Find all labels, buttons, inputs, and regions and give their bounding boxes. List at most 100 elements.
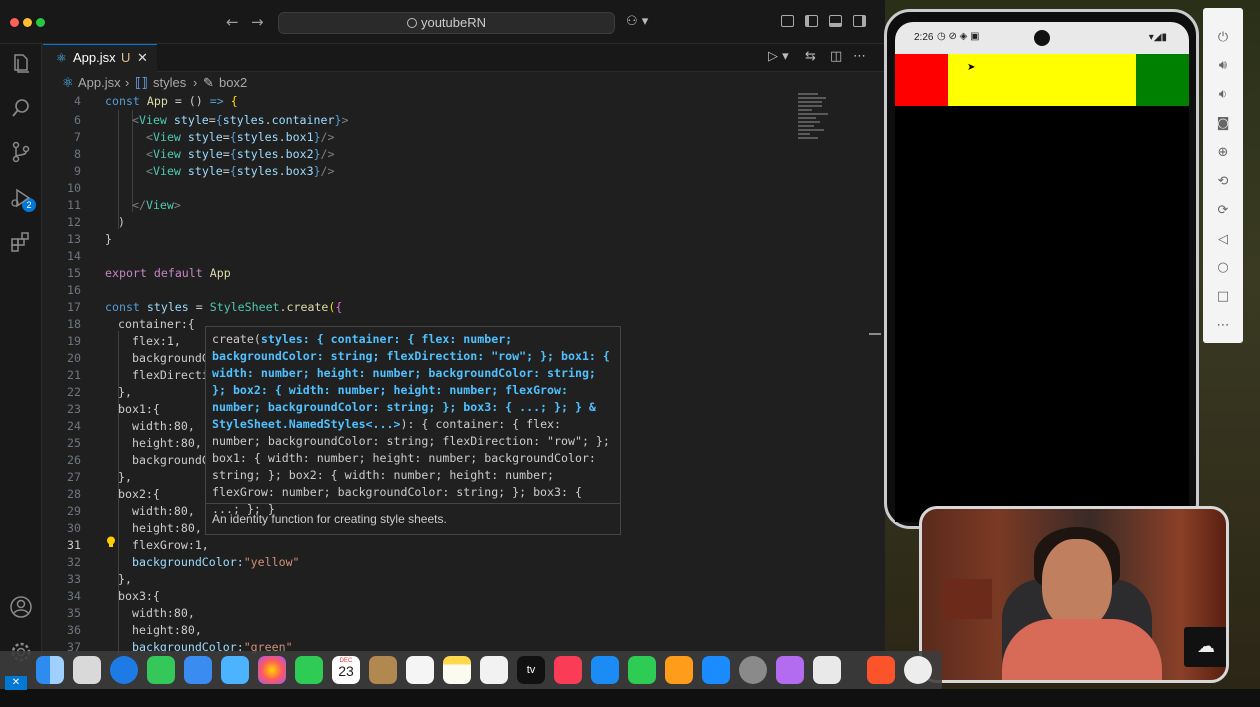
title-bar: ← → youtubeRN ⚇ ▾: [0, 0, 885, 44]
photos-icon[interactable]: [258, 656, 286, 684]
tab-label: App.jsx: [73, 50, 116, 65]
bookshelf: [942, 579, 992, 619]
contacts-icon[interactable]: [369, 656, 397, 684]
brave-browser-icon[interactable]: [867, 656, 895, 684]
volume-up-icon[interactable]: 🔊︎: [1203, 58, 1243, 73]
phone-clock: 2:26: [914, 32, 934, 43]
code-line: 13}: [67, 232, 112, 246]
source-control-icon[interactable]: [9, 140, 33, 164]
code-line: 33},: [67, 572, 132, 586]
tab-modified-indicator: U: [121, 50, 131, 65]
code-line-current: 31 flexGrow:1,: [67, 538, 209, 552]
tab-close-icon[interactable]: ✕: [137, 45, 148, 71]
app-container-row: ➤: [895, 54, 1189, 106]
vscode-window: ← → youtubeRN ⚇ ▾ 2 ⚛ App.jsx U ✕ ▷ ▾ ⇆ …: [0, 0, 885, 690]
code-line: 4 const App = () => {: [74, 94, 238, 108]
toggle-panel-icon[interactable]: [829, 15, 842, 27]
explorer-icon[interactable]: [9, 52, 33, 76]
hover-tooltip: create(styles: { container: { flex: numb…: [205, 326, 621, 535]
more-actions-icon[interactable]: ⋯: [853, 49, 866, 64]
feedback-icon[interactable]: [776, 656, 804, 684]
code-line: 35 width:80,: [67, 606, 195, 620]
rotate-left-icon[interactable]: ⟲: [1203, 174, 1243, 189]
code-line: 11 </View>: [67, 198, 181, 212]
forward-arrow-icon[interactable]: →: [251, 13, 264, 31]
screenshot-camera-icon[interactable]: ◙: [1203, 116, 1243, 131]
messages-icon[interactable]: [147, 656, 175, 684]
finder-icon[interactable]: [36, 656, 64, 684]
facetime-icon[interactable]: [295, 656, 323, 684]
launchpad-icon[interactable]: [73, 656, 101, 684]
zoom-icon[interactable]: ⊕: [1203, 145, 1243, 160]
chatgpt-icon[interactable]: [904, 656, 932, 684]
copilot-icon[interactable]: ⚇ ▾: [626, 14, 648, 29]
run-debug-icon[interactable]: [9, 186, 33, 210]
macos-dock: DEC 23 tv: [0, 651, 942, 689]
command-center-search[interactable]: youtubeRN: [278, 12, 615, 34]
variable-icon: ⟦⟧: [135, 75, 148, 90]
bottom-strip: [0, 689, 1260, 707]
reminders-icon[interactable]: [406, 656, 434, 684]
numbers-icon[interactable]: [628, 656, 656, 684]
back-icon[interactable]: ◁: [1203, 232, 1243, 247]
close-window-button[interactable]: [10, 18, 19, 27]
breadcrumb-box2[interactable]: box2: [219, 73, 247, 93]
overview-icon[interactable]: □: [1203, 289, 1243, 304]
customize-layout-icon[interactable]: [781, 15, 794, 27]
red-box: [895, 54, 948, 106]
notes-icon[interactable]: [443, 656, 471, 684]
channel-logo-icon: ☁: [1184, 627, 1226, 667]
apple-tv-icon[interactable]: tv: [517, 656, 545, 684]
code-line: 7 <View style={styles.box1}/>: [74, 130, 335, 144]
presenter-face: [1042, 539, 1112, 629]
power-icon[interactable]: ⏻: [1203, 30, 1243, 45]
freeform-icon[interactable]: [480, 656, 508, 684]
tab-app-jsx[interactable]: ⚛ App.jsx U ✕: [43, 44, 157, 72]
lightbulb-icon[interactable]: [106, 536, 116, 548]
calendar-day: 23: [338, 663, 354, 679]
breadcrumb-styles[interactable]: styles: [153, 73, 186, 93]
emulator-toolbar: ⏻ 🔊︎ 🔉︎ ◙ ⊕ ⟲ ⟳ ◁ ○ □ ⋯: [1203, 8, 1243, 343]
pages-icon[interactable]: [665, 656, 693, 684]
home-icon[interactable]: ○: [1203, 260, 1243, 275]
volume-down-icon[interactable]: 🔉︎: [1203, 87, 1243, 102]
code-line: 32 backgroundColor:"yellow": [67, 555, 300, 569]
code-line: 9 <View style={styles.box3}/>: [74, 164, 335, 178]
toggle-primary-sidebar-icon[interactable]: [805, 15, 818, 27]
camera-cutout: [1034, 30, 1050, 46]
mail-icon[interactable]: [184, 656, 212, 684]
toggle-secondary-sidebar-icon[interactable]: [853, 15, 866, 27]
iphone-mirroring-icon[interactable]: [813, 656, 841, 684]
property-icon: ✎: [203, 75, 214, 90]
calendar-icon[interactable]: DEC 23: [332, 656, 360, 684]
breadcrumb-file[interactable]: App.jsx: [78, 73, 121, 93]
breadcrumb-separator: ›: [125, 75, 130, 90]
hover-documentation: An identity function for creating style …: [212, 512, 447, 526]
phone-status-bar: 2:26 ◷ ⊘ ◈ ▣ ▾◢▮: [895, 22, 1189, 54]
breadcrumb: ⚛ App.jsx › ⟦⟧ styles › ✎ box2: [43, 73, 885, 93]
keynote-icon[interactable]: [591, 656, 619, 684]
safari-icon[interactable]: [110, 656, 138, 684]
extensions-icon[interactable]: [9, 230, 33, 254]
maps-icon[interactable]: [221, 656, 249, 684]
system-settings-icon[interactable]: [739, 656, 767, 684]
maximize-window-button[interactable]: [36, 18, 45, 27]
compare-changes-icon[interactable]: ⇆: [805, 49, 816, 64]
rotate-right-icon[interactable]: ⟳: [1203, 203, 1243, 218]
music-icon[interactable]: [554, 656, 582, 684]
code-line: 8 <View style={styles.box2}/>: [74, 147, 335, 161]
app-store-icon[interactable]: [702, 656, 730, 684]
status-icons: ◷ ⊘ ◈ ▣: [937, 31, 980, 42]
account-icon[interactable]: [9, 595, 33, 619]
split-editor-icon[interactable]: ◫: [830, 49, 842, 64]
run-file-icon[interactable]: ▷ ▾: [768, 49, 789, 64]
signal-battery-icon: ▾◢▮: [1148, 32, 1167, 43]
breadcrumb-separator: ›: [193, 75, 198, 90]
code-line: 17 const styles = StyleSheet.create({: [67, 300, 343, 314]
phone-screen[interactable]: 2:26 ◷ ⊘ ◈ ▣ ▾◢▮ ➤: [895, 22, 1189, 522]
search-icon[interactable]: [9, 96, 33, 120]
back-arrow-icon[interactable]: ←: [226, 13, 239, 31]
more-icon[interactable]: ⋯: [1203, 318, 1243, 333]
minimize-window-button[interactable]: [23, 18, 32, 27]
remote-indicator-icon[interactable]: ✕: [5, 676, 27, 690]
